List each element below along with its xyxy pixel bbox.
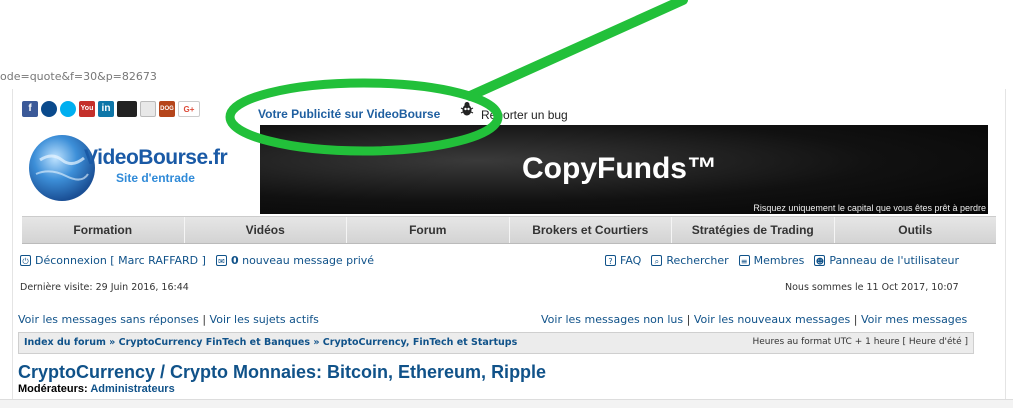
separator: | [853, 313, 858, 326]
user-links-right: ? FAQ ⌕ Rechercher ≡ Membres ☻ Panneau d… [605, 254, 959, 267]
site-logo[interactable]: VideoBourse.fr Site d'entrade [22, 130, 258, 210]
user-panel-link[interactable]: Panneau de l'utilisateur [829, 254, 959, 267]
forum-title[interactable]: CryptoCurrency / Crypto Monnaies: Bitcoi… [18, 362, 546, 383]
search-link[interactable]: Rechercher [666, 254, 728, 267]
facebook-icon[interactable]: f [22, 101, 38, 117]
message-links-left: Voir les messages sans réponses | Voir l… [18, 313, 319, 326]
crumb-separator: » [109, 337, 116, 348]
current-time: Nous sommes le 11 Oct 2017, 10:07 [785, 282, 959, 293]
moderators-link[interactable]: Administrateurs [90, 383, 174, 395]
nav-brokers[interactable]: Brokers et Courtiers [510, 217, 672, 243]
report-bug-link[interactable]: Reporter un bug [481, 108, 568, 122]
search-icon: ⌕ [651, 255, 663, 266]
nav-videos[interactable]: Vidéos [185, 217, 347, 243]
nav-outils[interactable]: Outils [835, 217, 997, 243]
social-icons: f You in DOG G+ [22, 100, 200, 118]
user-links-left: ⏻ Déconnexion [ Marc RAFFARD ] ✉ 0 nouve… [20, 254, 374, 267]
bug-icon[interactable] [459, 101, 475, 117]
breadcrumb: Index du forum » CryptoCurrency FinTech … [18, 332, 974, 354]
dog-icon[interactable]: DOG [159, 101, 175, 117]
pm-label: nouveau message privé [242, 254, 375, 267]
main-nav: Formation Vidéos Forum Brokers et Courti… [22, 216, 996, 244]
moderators: Modérateurs: Administrateurs [18, 383, 175, 395]
google-plus-icon[interactable]: G+ [178, 101, 200, 117]
skype-icon[interactable] [60, 101, 76, 117]
pm-count: 0 [230, 254, 239, 267]
unread-link[interactable]: Voir les messages non lus [541, 313, 683, 326]
myspace-icon[interactable] [41, 101, 57, 117]
banner-title: CopyFunds™ [522, 152, 717, 185]
advertise-link[interactable]: Votre Publicité sur VideoBourse [258, 107, 440, 121]
logout-icon: ⏻ [20, 255, 31, 266]
linkedin-icon[interactable]: in [98, 101, 114, 117]
pm-icon: ✉ [215, 255, 227, 266]
my-posts-link[interactable]: Voir mes messages [861, 313, 967, 326]
members-link[interactable]: Membres [754, 254, 805, 267]
pm-link[interactable]: 0 nouveau message privé [231, 254, 374, 267]
nav-forum[interactable]: Forum [347, 217, 510, 243]
nav-strategies[interactable]: Stratégies de Trading [672, 217, 835, 243]
faq-icon: ? [605, 255, 616, 266]
user-panel-icon: ☻ [814, 255, 826, 266]
apps-icon[interactable] [140, 101, 156, 117]
message-links-right: Voir les messages non lus | Voir les nou… [541, 313, 967, 326]
separator: | [202, 313, 207, 326]
crumb-separator: » [313, 337, 320, 348]
separator: | [686, 313, 691, 326]
members-icon: ≡ [738, 255, 750, 266]
logo-name: VideoBourse.fr [84, 146, 228, 169]
logo-tagline: Site d'entrade [116, 171, 195, 185]
media-icon[interactable] [117, 101, 137, 117]
unanswered-link[interactable]: Voir les messages sans réponses [18, 313, 199, 326]
crumb-index[interactable]: Index du forum [24, 337, 106, 348]
active-topics-link[interactable]: Voir les sujets actifs [210, 313, 319, 326]
new-posts-link[interactable]: Voir les nouveaux messages [694, 313, 850, 326]
banner-risk-note: Risquez uniquement le capital que vous ê… [753, 203, 986, 213]
moderators-label: Modérateurs: [18, 383, 88, 395]
crumb-fintech-banques[interactable]: CryptoCurrency FinTech et Banques [119, 337, 310, 348]
logout-link[interactable]: Déconnexion [ Marc RAFFARD ] [35, 254, 206, 267]
annotation-arrow [465, 0, 688, 101]
last-visit: Dernière visite: 29 Juin 2016, 16:44 [20, 282, 189, 293]
breadcrumb-items: Index du forum » CryptoCurrency FinTech … [24, 337, 517, 348]
timezone-note: Heures au format UTC + 1 heure [ Heure d… [752, 337, 968, 347]
url-fragment: ode=quote&f=30&p=82673 [0, 70, 157, 83]
faq-link[interactable]: FAQ [620, 254, 641, 267]
ad-banner[interactable]: CopyFunds™ Risquez uniquement le capital… [260, 125, 988, 214]
nav-formation[interactable]: Formation [22, 217, 185, 243]
crumb-fintech-startups[interactable]: CryptoCurrency, FinTech et Startups [323, 337, 517, 348]
globe-icon [29, 135, 95, 201]
youtube-icon[interactable]: You [79, 101, 95, 117]
